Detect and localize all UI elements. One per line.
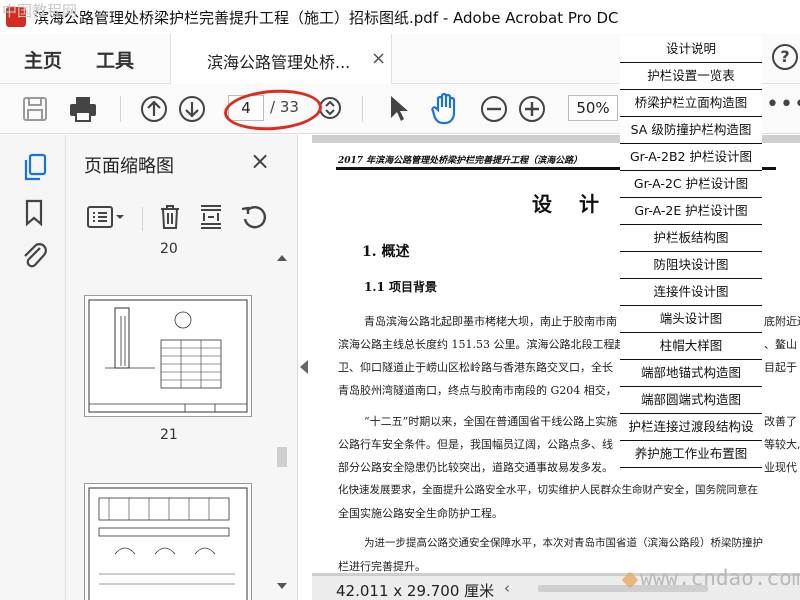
body-text-fragment: 底附近边 [764, 315, 800, 328]
body-text-line: 为进一步提高公路交通安全保障水平，本次对青岛市国省道（滨海公路段）桥梁防撞护 [364, 537, 763, 549]
extract-page-icon[interactable] [198, 203, 224, 231]
thumbnail-scrollbar[interactable] [274, 241, 290, 600]
document-tab-label: 滨海公路管理处桥... [207, 53, 351, 72]
panel-title: 页面缩略图 [84, 156, 174, 177]
help-button[interactable]: ? [772, 44, 798, 70]
bookmark-item[interactable]: 端头设计图 [620, 306, 762, 333]
body-text-line: 青岛滨海公路北起即墨市栲栳大坝，南止于胶南市南 [364, 315, 617, 328]
subsection-heading: 1.1 项目背景 [364, 280, 438, 294]
thumbnail-drawing [88, 299, 248, 413]
print-icon[interactable] [68, 94, 98, 124]
bookmark-item[interactable]: 端部地锚式构造图 [620, 360, 762, 387]
body-text-line: “十二五”时期以来，全国在普通国省干线公路上实施 [364, 415, 618, 428]
bookmarks-icon[interactable] [24, 199, 44, 227]
page-thumbnail[interactable] [84, 483, 252, 600]
collapse-panel-arrow-icon[interactable] [300, 360, 308, 374]
delete-page-icon[interactable] [158, 203, 182, 231]
body-text-fragment: 目起于 [764, 361, 797, 374]
body-text-fragment: 、鳌山 [764, 338, 797, 351]
bookmark-item[interactable]: 端部圆端式构造图 [620, 387, 762, 414]
body-text-line: 栏进行完善提升。 [338, 560, 426, 573]
thumbnail-drawing [88, 487, 248, 600]
bookmark-item[interactable]: 防阻块设计图 [620, 252, 762, 279]
bookmark-item[interactable]: 护栏连接过渡段结构设 [620, 414, 762, 441]
hand-tool-icon[interactable] [430, 92, 462, 126]
body-text-line: 公路行车安全条件。但是，我国幅员辽阔，公路点多、线 [338, 438, 613, 451]
title-bar: 滨海公路管理处桥梁护栏完善提升工程（施工）招标图纸.pdf - Adobe Ac… [0, 0, 800, 34]
page-size-readout: 42.011 x 29.700 厘米 [336, 582, 495, 600]
options-menu-icon[interactable] [86, 205, 126, 229]
zoom-in-icon[interactable] [518, 95, 546, 123]
toolbar-separator [362, 96, 363, 122]
body-text-fragment: 业现代 [764, 461, 797, 474]
thumbnail-toolbar [66, 195, 297, 239]
bookmark-item[interactable]: Gr-A-2B2 护栏设计图 [620, 144, 762, 171]
section-heading: 1. 概述 [362, 244, 410, 260]
thumbnail-page-label: 20 [160, 241, 178, 257]
page-running-header: 2017 年滨海公路管理处桥梁护栏完善提升工程（滨海公路） [338, 156, 583, 166]
window-title: 滨海公路管理处桥梁护栏完善提升工程（施工）招标图纸.pdf - Adobe Ac… [34, 9, 619, 27]
next-page-icon[interactable] [178, 95, 206, 123]
menu-home[interactable]: 主页 [24, 46, 62, 73]
body-text-line: 部分公路安全隐患仍比较突出，道路交通事故易发多发。 [338, 461, 613, 474]
body-text-line: 滨海公路主线总长度约 151.53 公里。滨海公路北段工程起 [338, 338, 626, 351]
zoom-out-icon[interactable] [480, 95, 508, 123]
bookmark-item[interactable]: Gr-A-2E 护栏设计图 [620, 198, 762, 225]
page-thumbnail[interactable] [84, 295, 252, 417]
thumbnail-page-label: 21 [160, 427, 178, 443]
bookmark-item[interactable]: 养护施工作业布置图 [620, 441, 762, 468]
bookmark-item[interactable]: 柱帽大样图 [620, 333, 762, 360]
left-navigation-rail [0, 135, 66, 600]
more-tools-button[interactable]: ••• [766, 92, 800, 117]
body-text-line: 青岛胶州湾隧道南口，终点与胶南市南段的 G204 相交， [338, 384, 617, 397]
bookmark-item[interactable]: SA 级防撞护栏构造图 [620, 117, 762, 144]
panel-close-icon[interactable]: × [250, 147, 270, 175]
body-text-line: 卫、仰口隧道止于崂山区松岭路与香港东路交叉口，全长 [338, 361, 613, 374]
scroll-left-icon[interactable]: ‹ [504, 579, 510, 597]
zoom-level-input[interactable]: 50% [568, 95, 618, 121]
attachments-icon[interactable] [20, 239, 48, 269]
watermark-top-left: 中国教程网 [2, 2, 78, 20]
tab-close-icon[interactable]: × [371, 48, 386, 69]
watermark-bottom-right: www.cndao.com [640, 566, 800, 590]
bookmark-item[interactable]: 设计说明 [620, 36, 762, 63]
body-text-fragment: 等较大, [764, 438, 800, 451]
page-thumbnails-panel: 页面缩略图 × 20 21 [66, 135, 298, 600]
document-tab[interactable]: 滨海公路管理处桥... × [170, 34, 392, 84]
body-text-line: 化快速发展要求，全面提升公路安全水平，切实维护人民群众生命财产安全，国务院同意在 [338, 484, 758, 496]
select-arrow-icon[interactable] [388, 94, 410, 124]
menu-tools[interactable]: 工具 [96, 46, 134, 73]
bookmark-item[interactable]: Gr-A-2C 护栏设计图 [620, 171, 762, 198]
panel-toolbar-separator [142, 207, 143, 231]
bookmark-item[interactable]: 护栏设置一览表 [620, 63, 762, 90]
scroll-down-icon[interactable] [276, 581, 288, 591]
body-text-line: 全国实施公路安全生命防护工程。 [338, 507, 503, 520]
thumbnail-scrollbar-thumb[interactable] [277, 447, 287, 467]
body-text-fragment: 改善了 [764, 415, 797, 428]
save-icon[interactable] [22, 96, 48, 122]
page-thumbnails-icon[interactable] [22, 153, 48, 183]
previous-page-icon[interactable] [140, 95, 168, 123]
bookmark-item[interactable]: 桥梁护栏立面构造图 [620, 90, 762, 117]
toolbar-separator [120, 96, 121, 122]
bookmark-item[interactable]: 连接件设计图 [620, 279, 762, 306]
rotate-page-icon[interactable] [240, 203, 268, 231]
bookmark-item[interactable]: 护栏板结构图 [620, 225, 762, 252]
